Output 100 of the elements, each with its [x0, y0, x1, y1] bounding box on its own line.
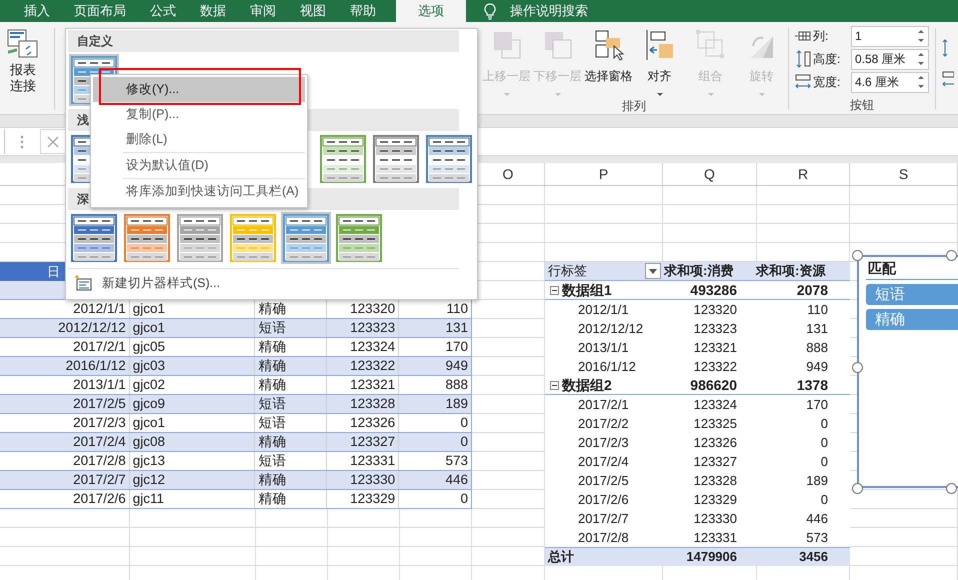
new-style-icon [74, 275, 92, 291]
table-cell: 2017/2/1 [0, 338, 130, 356]
table-cell: gjc03 [130, 357, 256, 375]
pivot-value: 493286 [689, 281, 737, 299]
slicer-style-thumbnail[interactable] [334, 212, 384, 264]
pivot-value: 123322 [692, 358, 737, 376]
slicer-style-thumbnail[interactable] [424, 133, 474, 185]
table-cell: 2013/1/1 [0, 376, 130, 394]
table-cell: 短语 [255, 319, 328, 337]
pivot-value: 123324 [692, 396, 737, 414]
caret-icon [656, 93, 662, 96]
pivot-row-label: 数据组2 [562, 376, 612, 394]
pivot-row-label: 2017/2/2 [578, 414, 629, 432]
menu-item[interactable]: 修改(Y)... [93, 77, 305, 102]
pivot-row-label: 2017/2/1 [578, 396, 629, 414]
slicer-style-thumbnail[interactable] [175, 212, 225, 264]
group-label: 排列 [622, 100, 646, 112]
ribbon-button[interactable]: 选择窗格 [583, 22, 634, 100]
pivot-header: 求和项:消费 [664, 262, 734, 280]
pivot-header: 行标签 [547, 262, 588, 280]
ribbon-tab[interactable]: 插入 [12, 0, 62, 22]
pivot-value: 123323 [692, 320, 737, 338]
ribbon-tab[interactable]: 数据 [188, 0, 238, 22]
table-cell: 精确 [255, 376, 328, 394]
pivot-value: 1479906 [685, 548, 737, 566]
collapse-icon[interactable] [550, 380, 559, 390]
table-cell: gjc08 [130, 433, 256, 451]
collapse-icon[interactable] [550, 286, 559, 294]
table-cell: 2017/2/8 [0, 452, 130, 470]
column-header[interactable]: Q [704, 163, 715, 185]
table-cell: 123322 [327, 357, 400, 375]
column-header[interactable]: S [898, 163, 908, 185]
spinner-icon[interactable] [917, 50, 925, 68]
ribbon-tab[interactable]: 公式 [138, 0, 188, 22]
slicer-style-thumbnail[interactable] [122, 212, 172, 264]
table-cell-text: 949 [444, 357, 470, 375]
tell-me-search[interactable]: 操作说明搜索 [510, 2, 588, 20]
pivot-value: 110 [806, 300, 829, 318]
table-cell: 精确 [255, 490, 328, 508]
slicer-style-thumbnail[interactable] [371, 133, 421, 185]
ribbon-tab[interactable]: 选项 [396, 0, 466, 22]
table-cell: 123324 [327, 338, 400, 356]
ribbon-tab[interactable]: 审阅 [238, 0, 288, 22]
height-icon [795, 50, 811, 68]
table-style-icon [124, 214, 170, 262]
column-header[interactable]: P [598, 163, 608, 185]
table-cell: 123330 [327, 471, 400, 489]
caret-icon [758, 93, 764, 96]
pivot-row-label: 2013/1/1 [578, 338, 629, 356]
field-label: 高度: [813, 50, 842, 68]
table-cell: 2012/12/12 [0, 319, 130, 337]
spinner-icon[interactable] [917, 73, 925, 91]
table-cell: 2016/1/12 [0, 357, 130, 375]
report-connections-button[interactable]: 报表连接 [0, 22, 46, 114]
table-style-icon [71, 214, 117, 262]
filter-dropdown-button[interactable] [645, 263, 661, 279]
pivot-value: 123328 [692, 472, 737, 490]
pivot-row-label: 总计 [546, 548, 575, 566]
slicer-style-thumbnail[interactable] [228, 212, 278, 264]
pivot-value: 123325 [692, 414, 737, 432]
slicer-style-thumbnail[interactable] [281, 212, 331, 264]
table-cell: 精确 [255, 338, 328, 356]
table-cell: gjc13 [130, 452, 256, 470]
more-icon [20, 134, 24, 148]
table-style-icon [336, 214, 382, 262]
spin-field[interactable]: 1 [851, 26, 929, 46]
pivot-row-label: 2017/2/7 [578, 510, 629, 528]
pivot-row-label: 2017/2/4 [578, 452, 629, 470]
pivot-value: 888 [805, 338, 829, 356]
slicer-style-thumbnail[interactable] [318, 133, 368, 185]
table-cell: 2017/2/4 [0, 433, 130, 451]
spin-field[interactable]: 4.6 厘米 [851, 72, 929, 92]
pivot-value: 123320 [692, 300, 737, 318]
spin-field[interactable]: 0.58 厘米 [851, 48, 929, 70]
new-slicer-style-item[interactable]: 新建切片器样式(S)... [68, 272, 459, 294]
table-cell: 精确 [255, 357, 328, 375]
pivot-row-label: 2017/2/8 [578, 528, 629, 546]
table-style-icon [283, 214, 329, 262]
menu-item[interactable]: 设为默认值(D) [93, 153, 305, 178]
table-cell: gjc02 [130, 376, 256, 394]
pivot-header: 求和项:资源 [756, 262, 827, 280]
column-header[interactable]: O [502, 163, 514, 185]
pivot-row-label: 2016/1/12 [578, 358, 636, 376]
table-cell: gjc12 [130, 471, 256, 489]
caret-icon [708, 93, 714, 96]
column-header[interactable]: R [798, 163, 808, 185]
table-cell: 2017/2/7 [0, 471, 130, 489]
spinner-icon[interactable] [917, 27, 925, 45]
table-cell: 2017/2/6 [0, 490, 130, 508]
pivot-value: 0 [820, 434, 829, 452]
column-heading: 日 [47, 262, 60, 280]
table-cell-text: 110 [445, 300, 470, 318]
pivot-value: 123326 [692, 434, 737, 452]
ribbon-button[interactable]: 对齐 [634, 22, 685, 100]
ribbon-tab[interactable]: 页面布局 [62, 0, 138, 22]
table-cell: 2017/2/5 [0, 395, 130, 413]
slicer-style-thumbnail[interactable] [69, 212, 119, 264]
ribbon-tab[interactable]: 视图 [288, 0, 338, 22]
ribbon-tab[interactable]: 帮助 [338, 0, 388, 22]
table-cell-text: 189 [444, 395, 470, 413]
